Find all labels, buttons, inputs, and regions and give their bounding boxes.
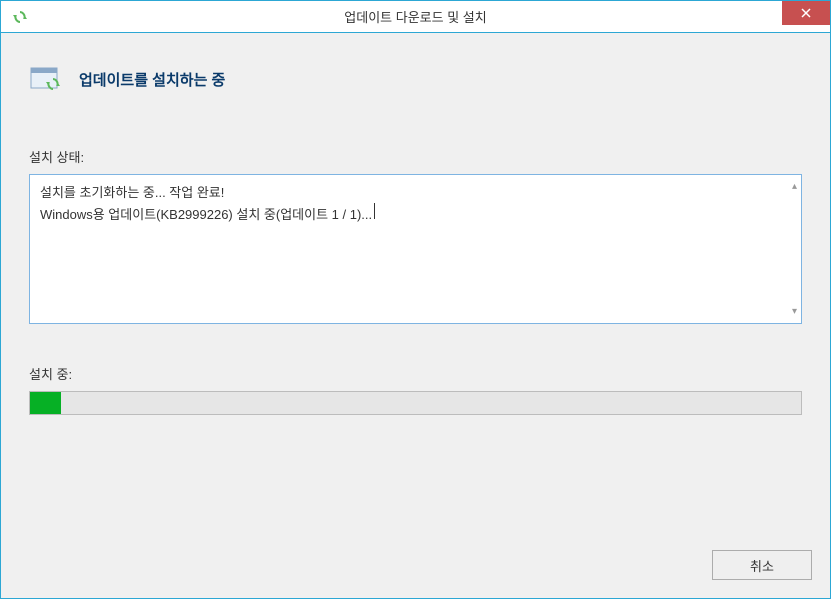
scroll-up-icon: ▴ bbox=[792, 179, 797, 194]
content-area: 업데이트를 설치하는 중 설치 상태: 설치를 초기화하는 중... 작업 완료… bbox=[1, 33, 830, 598]
status-textbox: 설치를 초기화하는 중... 작업 완료! Windows용 업데이트(KB29… bbox=[29, 174, 802, 324]
page-title: 업데이트를 설치하는 중 bbox=[79, 69, 225, 90]
progress-label: 설치 중: bbox=[29, 364, 812, 383]
inner-panel: 업데이트를 설치하는 중 설치 상태: 설치를 초기화하는 중... 작업 완료… bbox=[19, 51, 812, 540]
status-line: 설치를 초기화하는 중... 작업 완료! bbox=[40, 183, 791, 203]
progress-fill bbox=[30, 392, 61, 414]
button-row: 취소 bbox=[19, 550, 812, 580]
installer-icon bbox=[29, 61, 65, 97]
close-button[interactable] bbox=[782, 1, 830, 25]
cancel-button[interactable]: 취소 bbox=[712, 550, 812, 580]
installer-window: 업데이트 다운로드 및 설치 bbox=[0, 0, 831, 599]
scroll-down-icon: ▾ bbox=[792, 304, 797, 319]
status-label: 설치 상태: bbox=[29, 147, 812, 166]
status-line: Windows용 업데이트(KB2999226) 설치 중(업데이트 1 / 1… bbox=[40, 207, 372, 222]
header-row: 업데이트를 설치하는 중 bbox=[29, 61, 812, 97]
window-title: 업데이트 다운로드 및 설치 bbox=[344, 7, 486, 26]
text-cursor bbox=[372, 203, 375, 219]
titlebar: 업데이트 다운로드 및 설치 bbox=[1, 1, 830, 33]
progress-bar bbox=[29, 391, 802, 415]
update-icon bbox=[11, 8, 29, 26]
close-icon bbox=[801, 8, 811, 18]
